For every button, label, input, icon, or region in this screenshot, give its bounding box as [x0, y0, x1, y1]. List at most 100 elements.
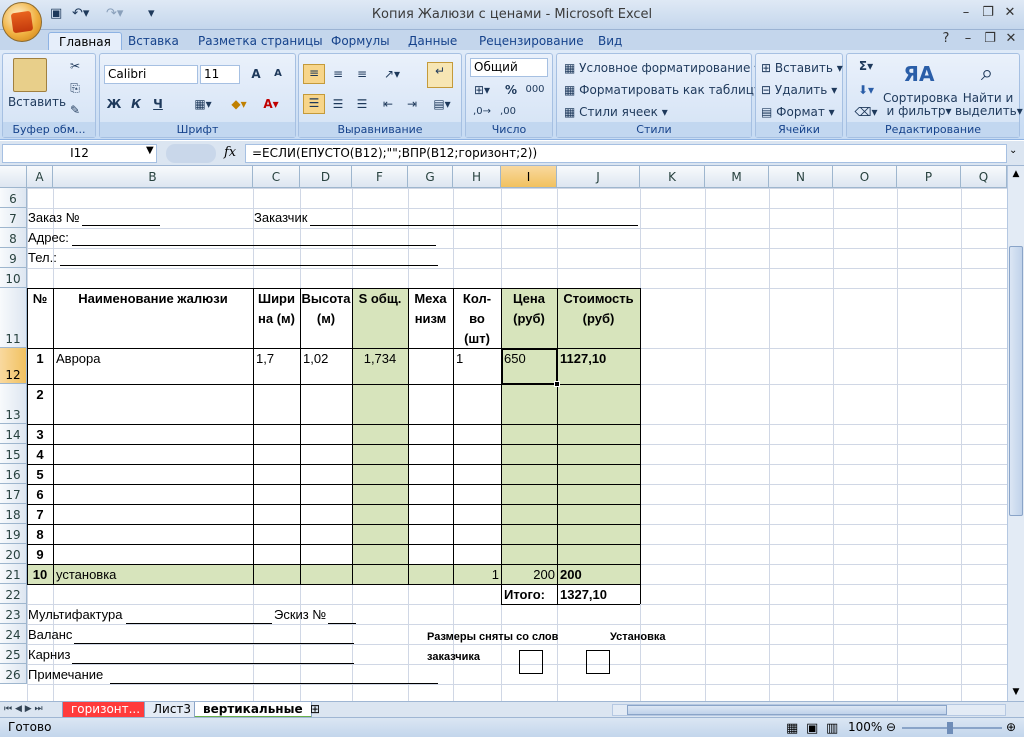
- align-bottom-icon[interactable]: ≡: [351, 66, 373, 82]
- wrap-text-icon[interactable]: ↵: [427, 62, 453, 88]
- column-header[interactable]: G: [408, 166, 453, 188]
- bold-button[interactable]: Ж: [105, 96, 123, 112]
- format-painter-icon[interactable]: ✎: [67, 102, 83, 118]
- find-select-button[interactable]: Найти и выделить▾: [955, 92, 1023, 118]
- tab-page-layout[interactable]: Разметка страницы: [188, 32, 333, 51]
- row-header[interactable]: 7: [0, 208, 27, 228]
- row-header[interactable]: 13: [0, 384, 27, 424]
- font-color-icon[interactable]: A▾: [258, 96, 284, 112]
- row-header[interactable]: 26: [0, 664, 27, 684]
- paste-button[interactable]: Вставить: [5, 94, 69, 110]
- sheet-nav-icon[interactable]: ⏮ ◀ ▶ ⏭: [4, 702, 43, 717]
- formula-input[interactable]: =ЕСЛИ(ЕПУСТО(B12);"";ВПР(B12;горизонт;2)…: [245, 144, 1007, 163]
- office-button[interactable]: [2, 2, 42, 42]
- name-box[interactable]: I12: [2, 144, 157, 163]
- row-header[interactable]: 21: [0, 564, 27, 584]
- select-all-corner[interactable]: [0, 166, 27, 188]
- expand-formula-icon[interactable]: ⌄: [1009, 145, 1017, 156]
- row-header[interactable]: 14: [0, 424, 27, 444]
- underline-button[interactable]: Ч: [149, 96, 167, 112]
- font-size-select[interactable]: 11: [200, 65, 240, 84]
- conditional-formatting-button[interactable]: ▦ Условное форматирование ▾: [563, 58, 761, 78]
- column-header[interactable]: D: [300, 166, 352, 188]
- merge-cells-icon[interactable]: ▤▾: [427, 96, 457, 112]
- currency-icon[interactable]: ⊞▾: [470, 82, 494, 98]
- tab-home[interactable]: Главная: [48, 32, 122, 51]
- wb-restore-icon[interactable]: ❐: [979, 30, 1001, 48]
- insert-function-icon[interactable]: fx: [224, 145, 236, 160]
- column-header[interactable]: F: [352, 166, 408, 188]
- thousands-icon[interactable]: 000: [522, 82, 548, 98]
- zoom-in-icon[interactable]: ⊕: [1006, 718, 1016, 737]
- fill-handle[interactable]: [554, 381, 560, 387]
- italic-button[interactable]: К: [127, 96, 145, 112]
- row-header[interactable]: 22: [0, 584, 27, 604]
- view-page-layout-icon[interactable]: ▣: [806, 719, 818, 738]
- percent-icon[interactable]: %: [502, 82, 520, 98]
- column-header[interactable]: I: [501, 166, 557, 188]
- column-header[interactable]: P: [897, 166, 961, 188]
- shrink-font-icon[interactable]: A: [268, 66, 288, 82]
- copy-icon[interactable]: ⎘: [67, 80, 83, 96]
- autosum-icon[interactable]: Σ▾: [853, 58, 879, 74]
- fill-color-icon[interactable]: ◆▾: [226, 96, 252, 112]
- zoom-slider-thumb[interactable]: [947, 722, 953, 734]
- install-checkbox[interactable]: [586, 650, 610, 674]
- tab-review[interactable]: Рецензирование: [469, 32, 594, 51]
- column-header[interactable]: B: [53, 166, 253, 188]
- paste-icon[interactable]: [13, 58, 47, 92]
- column-header[interactable]: N: [769, 166, 833, 188]
- column-header[interactable]: C: [253, 166, 300, 188]
- column-header[interactable]: M: [705, 166, 769, 188]
- scroll-up-icon[interactable]: ▲: [1009, 167, 1023, 181]
- insert-cells-button[interactable]: ⊞ Вставить ▾: [760, 58, 844, 78]
- delete-cells-button[interactable]: ⊟ Удалить ▾: [760, 80, 838, 100]
- formula-bar-splitter[interactable]: [166, 144, 216, 163]
- sizes-checkbox[interactable]: [519, 650, 543, 674]
- align-middle-icon[interactable]: ≡: [327, 66, 349, 82]
- decrease-decimal-icon[interactable]: ,00: [496, 104, 520, 120]
- tab-insert[interactable]: Вставка: [118, 32, 189, 51]
- view-page-break-icon[interactable]: ▥: [826, 719, 838, 738]
- sort-filter-icon[interactable]: ЯA: [899, 58, 939, 90]
- row-header[interactable]: 15: [0, 444, 27, 464]
- row-header[interactable]: 24: [0, 624, 27, 644]
- row-header[interactable]: 17: [0, 484, 27, 504]
- zoom-out-icon[interactable]: ⊖: [886, 718, 896, 737]
- zoom-level[interactable]: 100%: [848, 718, 882, 737]
- column-header[interactable]: K: [640, 166, 705, 188]
- row-header[interactable]: 19: [0, 524, 27, 544]
- scroll-thumb[interactable]: [1009, 246, 1023, 516]
- row-header[interactable]: 20: [0, 544, 27, 564]
- row-header[interactable]: 10: [0, 268, 27, 288]
- scroll-down-icon[interactable]: ▼: [1009, 685, 1023, 699]
- column-header[interactable]: H: [453, 166, 501, 188]
- format-as-table-button[interactable]: ▦ Форматировать как таблицу ▾: [563, 80, 772, 100]
- tab-data[interactable]: Данные: [398, 32, 467, 51]
- view-normal-icon[interactable]: ▦: [786, 719, 798, 738]
- row-header[interactable]: 25: [0, 644, 27, 664]
- column-header[interactable]: A: [27, 166, 53, 188]
- row-header[interactable]: 16: [0, 464, 27, 484]
- font-name-select[interactable]: Calibri: [104, 65, 198, 84]
- increase-decimal-icon[interactable]: ,0→: [470, 104, 494, 120]
- insert-sheet-icon[interactable]: ⊞: [310, 702, 320, 717]
- increase-indent-icon[interactable]: ⇥: [401, 96, 423, 112]
- clear-icon[interactable]: ⌫▾: [853, 104, 879, 120]
- sheet-tab-vertikalnye[interactable]: вертикальные: [194, 702, 312, 718]
- cut-icon[interactable]: ✂: [67, 58, 83, 74]
- sort-filter-button[interactable]: Сортировка и фильтр▾: [883, 92, 958, 118]
- row-header[interactable]: 9: [0, 248, 27, 268]
- row-header[interactable]: 12: [0, 348, 27, 384]
- cell-styles-button[interactable]: ▦ Стили ячеек ▾: [563, 102, 669, 122]
- minimize-icon[interactable]: –: [955, 4, 977, 22]
- worksheet-grid[interactable]: A B C D F G H I J K M N O P Q 6 7 8 9 10 11 12 13 14 15 16 17 18 19 2…: [0, 166, 1007, 716]
- decrease-indent-icon[interactable]: ⇤: [377, 96, 399, 112]
- help-icon[interactable]: ?: [935, 30, 957, 48]
- align-top-icon[interactable]: ≡: [303, 64, 325, 84]
- borders-icon[interactable]: ▦▾: [190, 96, 216, 112]
- tab-formulas[interactable]: Формулы: [321, 32, 400, 51]
- column-header[interactable]: Q: [961, 166, 1007, 188]
- vertical-scrollbar[interactable]: ▲ ▼: [1007, 166, 1024, 701]
- restore-icon[interactable]: ❐: [977, 4, 999, 22]
